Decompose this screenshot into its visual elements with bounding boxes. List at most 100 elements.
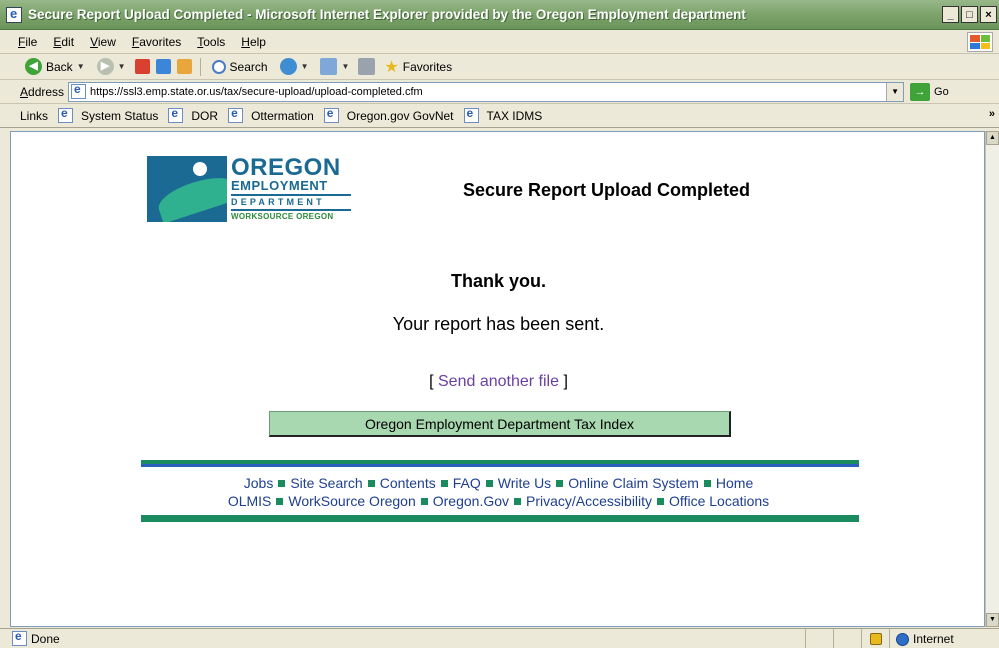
link-tax-idms[interactable]: TAX IDMS bbox=[463, 106, 543, 123]
mail-button[interactable]: ▼ bbox=[317, 58, 352, 75]
back-label: Back bbox=[46, 59, 73, 74]
page-icon bbox=[71, 82, 87, 99]
logo-department-text: DEPARTMENT bbox=[231, 197, 325, 207]
window-title: Secure Report Upload Completed - Microso… bbox=[28, 7, 746, 22]
logo-rule bbox=[231, 209, 351, 211]
address-bar: Address https://ssl3.emp.state.or.us/tax… bbox=[0, 80, 999, 104]
link-label: Ottermation bbox=[251, 108, 314, 123]
menu-favorites[interactable]: Favorites bbox=[124, 35, 189, 49]
media-dropdown-icon[interactable]: ▼ bbox=[301, 62, 309, 71]
links-bar: Links System Status DOR Ottermation Oreg… bbox=[0, 104, 999, 128]
forward-arrow-icon: ▶ bbox=[96, 58, 114, 75]
bracket-close: ] bbox=[563, 373, 568, 390]
close-button[interactable]: × bbox=[980, 6, 997, 23]
standard-toolbar: ◀ Back ▼ ▶ ▼ Search ▼ ▼ ★ Favorites bbox=[0, 54, 999, 80]
footer-separator bbox=[657, 498, 665, 505]
footer-link-write-us[interactable]: Write Us bbox=[498, 475, 551, 491]
footer-link-olmis[interactable]: OLMIS bbox=[228, 493, 272, 509]
confirmation-message: Your report has been sent. bbox=[392, 314, 605, 334]
link-ottermation[interactable]: Ottermation bbox=[228, 106, 314, 123]
bracket-open: [ bbox=[429, 373, 434, 390]
mail-dropdown-icon[interactable]: ▼ bbox=[341, 62, 349, 71]
lock-icon[interactable] bbox=[869, 633, 882, 645]
logo-rule bbox=[231, 194, 351, 196]
minimize-button[interactable]: _ bbox=[942, 6, 959, 23]
status-page-icon bbox=[12, 629, 27, 646]
footer-link-home[interactable]: Home bbox=[716, 475, 753, 491]
back-dropdown-icon[interactable]: ▼ bbox=[77, 62, 85, 71]
window-title-bar: Secure Report Upload Completed - Microso… bbox=[0, 0, 999, 30]
footer-link-faq[interactable]: FAQ bbox=[453, 475, 481, 491]
link-label: DOR bbox=[191, 108, 219, 123]
go-button[interactable]: → Go bbox=[910, 82, 949, 101]
stop-icon[interactable] bbox=[134, 59, 150, 74]
oregon-employment-logo[interactable]: OREGON EMPLOYMENT DEPARTMENT WORKSOURCE … bbox=[147, 154, 357, 226]
menu-edit[interactable]: Edit bbox=[45, 35, 82, 49]
globe-icon bbox=[896, 632, 909, 646]
link-system-status[interactable]: System Status bbox=[58, 106, 158, 123]
page-title: Secure Report Upload Completed bbox=[463, 180, 751, 200]
back-button[interactable]: ◀ Back ▼ bbox=[22, 58, 88, 75]
favorites-label: Favorites bbox=[402, 59, 453, 74]
links-overflow-icon[interactable]: » bbox=[989, 108, 995, 120]
footer-separator bbox=[703, 480, 711, 487]
tax-index-button[interactable]: Oregon Employment Department Tax Index bbox=[269, 411, 731, 437]
windows-logo-icon bbox=[967, 32, 993, 52]
ie-page-icon bbox=[228, 106, 244, 123]
menu-file[interactable]: File bbox=[10, 35, 45, 49]
forward-button[interactable]: ▶ ▼ bbox=[94, 58, 129, 75]
link-govnet[interactable]: Oregon.gov GovNet bbox=[323, 106, 454, 123]
address-label: Address bbox=[20, 84, 65, 99]
scroll-up-icon[interactable]: ▲ bbox=[986, 131, 999, 145]
menu-help[interactable]: Help bbox=[233, 35, 274, 49]
footer-divider-bottom bbox=[141, 515, 859, 522]
refresh-icon[interactable] bbox=[155, 59, 171, 74]
footer-link-worksource[interactable]: WorkSource Oregon bbox=[288, 493, 415, 509]
media-icon bbox=[279, 58, 297, 75]
home-icon[interactable] bbox=[176, 59, 192, 74]
footer-link-office-locations[interactable]: Office Locations bbox=[669, 493, 769, 509]
menu-view[interactable]: View bbox=[82, 35, 124, 49]
address-input[interactable]: https://ssl3.emp.state.or.us/tax/secure-… bbox=[68, 81, 905, 102]
logo-worksource-text: WORKSOURCE OREGON bbox=[231, 212, 334, 221]
media-button[interactable]: ▼ bbox=[277, 58, 312, 75]
forward-dropdown-icon[interactable]: ▼ bbox=[118, 62, 126, 71]
status-bar: Done Internet bbox=[0, 628, 999, 648]
go-label: Go bbox=[934, 85, 949, 98]
status-text: Done bbox=[31, 631, 60, 646]
footer-link-contents[interactable]: Contents bbox=[380, 475, 436, 491]
menu-bar: File Edit View Favorites Tools Help bbox=[0, 30, 999, 54]
footer-link-online-claim[interactable]: Online Claim System bbox=[568, 475, 699, 491]
maximize-button[interactable]: □ bbox=[961, 6, 978, 23]
zone-label: Internet bbox=[913, 632, 954, 646]
address-url[interactable]: https://ssl3.emp.state.or.us/tax/secure-… bbox=[90, 86, 423, 98]
security-zone[interactable]: Internet bbox=[889, 629, 999, 648]
link-dor[interactable]: DOR bbox=[168, 106, 219, 123]
footer-link-oregon-gov[interactable]: Oregon.Gov bbox=[433, 493, 509, 509]
footer-link-privacy[interactable]: Privacy/Accessibility bbox=[526, 493, 652, 509]
footer-link-jobs[interactable]: Jobs bbox=[244, 475, 274, 491]
address-dropdown-icon[interactable]: ▼ bbox=[886, 82, 904, 101]
vertical-scrollbar[interactable]: ▲ ▼ bbox=[985, 131, 999, 627]
logo-employment-text: EMPLOYMENT bbox=[231, 178, 328, 193]
print-icon[interactable] bbox=[358, 58, 376, 75]
favorites-button[interactable]: ★ Favorites bbox=[381, 57, 455, 77]
footer-separator bbox=[367, 480, 375, 487]
ie-page-icon bbox=[168, 106, 184, 123]
send-another-file-link[interactable]: Send another file bbox=[438, 373, 559, 390]
search-button[interactable]: Search bbox=[209, 59, 271, 74]
thank-you-text: Thank you. bbox=[450, 271, 546, 291]
link-label: TAX IDMS bbox=[486, 108, 543, 123]
footer-link-site-search[interactable]: Site Search bbox=[290, 475, 362, 491]
ie-page-icon bbox=[58, 106, 74, 123]
status-panel bbox=[805, 629, 833, 648]
toolbar-separator bbox=[199, 57, 201, 76]
status-panel bbox=[861, 629, 889, 648]
favorites-star-icon: ★ bbox=[384, 58, 399, 76]
back-arrow-icon: ◀ bbox=[25, 58, 42, 75]
scroll-down-icon[interactable]: ▼ bbox=[986, 613, 999, 627]
ie-page-icon bbox=[463, 106, 479, 123]
menu-tools[interactable]: Tools bbox=[189, 35, 233, 49]
footer-nav-row-1: Jobs Site Search Contents FAQ Write Us Online… bbox=[11, 475, 986, 491]
status-panel bbox=[833, 629, 861, 648]
